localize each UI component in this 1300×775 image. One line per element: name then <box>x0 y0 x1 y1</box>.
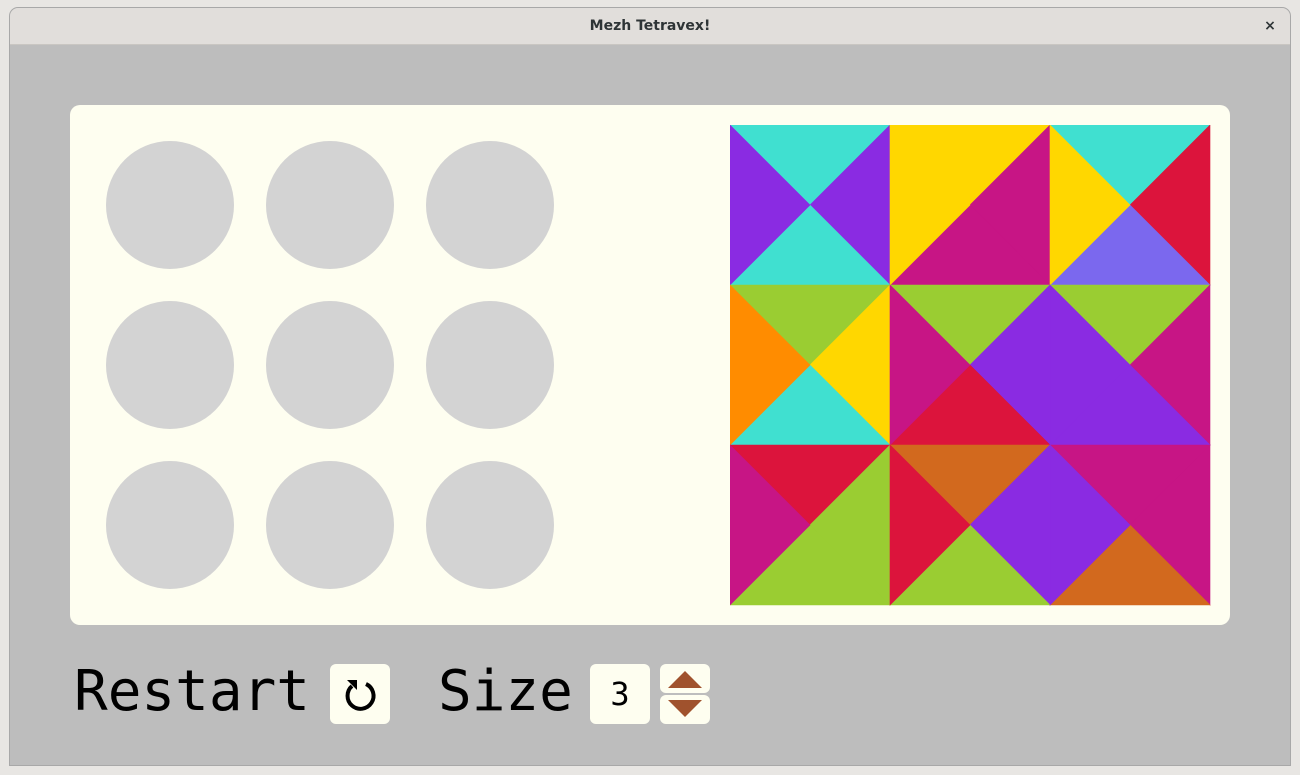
size-up-button[interactable] <box>660 664 710 693</box>
title-bar: Mezh Tetravex! × <box>10 8 1290 45</box>
tile[interactable] <box>889 125 1051 286</box>
tile[interactable] <box>889 444 1051 606</box>
empty-slot-grid <box>106 141 554 589</box>
window-title: Mezh Tetravex! <box>589 18 711 34</box>
empty-slot[interactable] <box>266 141 394 269</box>
size-label: Size <box>438 659 573 724</box>
empty-slot[interactable] <box>426 141 554 269</box>
empty-slot[interactable] <box>106 461 234 589</box>
size-value: 3 <box>590 664 650 724</box>
tile[interactable] <box>1049 444 1211 606</box>
size-stepper <box>660 664 710 724</box>
empty-slot[interactable] <box>426 301 554 429</box>
tile[interactable] <box>889 284 1051 446</box>
empty-slot[interactable] <box>266 301 394 429</box>
tile[interactable] <box>1049 284 1211 446</box>
undo-icon <box>345 680 376 711</box>
tile-pool-svg <box>730 125 1211 606</box>
close-button[interactable]: × <box>1260 16 1280 36</box>
size-down-button[interactable] <box>660 695 710 724</box>
tile[interactable] <box>1049 125 1211 286</box>
tile[interactable] <box>730 125 891 286</box>
tile[interactable] <box>730 444 891 606</box>
triangle-down-icon <box>668 700 702 717</box>
empty-slot[interactable] <box>426 461 554 589</box>
triangle-up-icon <box>668 671 702 688</box>
tile-pool <box>730 125 1212 607</box>
empty-slot[interactable] <box>106 301 234 429</box>
tile[interactable] <box>730 284 891 446</box>
empty-slot[interactable] <box>106 141 234 269</box>
restart-label: Restart <box>74 659 311 724</box>
game-board <box>70 105 1230 625</box>
empty-slot[interactable] <box>266 461 394 589</box>
restart-button[interactable] <box>330 664 390 724</box>
app-window: Mezh Tetravex! × Restart Size 3 <box>10 8 1290 765</box>
